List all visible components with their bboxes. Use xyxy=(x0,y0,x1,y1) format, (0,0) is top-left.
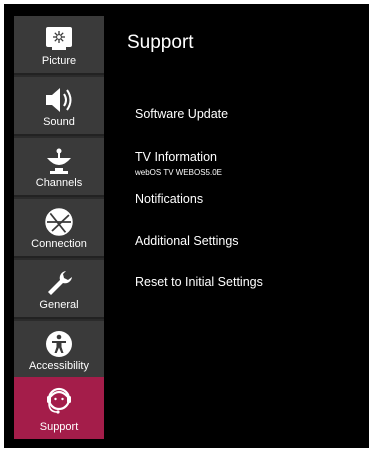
sidebar-item-label: Accessibility xyxy=(29,360,89,372)
sidebar-item-accessibility[interactable]: Accessibility xyxy=(14,321,104,380)
sidebar-item-general[interactable]: General xyxy=(14,260,104,319)
sidebar-item-label: Support xyxy=(39,421,79,433)
tv-information-version: webOS TV WEBOS5.0E xyxy=(135,168,222,177)
picture-icon xyxy=(42,24,76,54)
menu-item-additional-settings[interactable]: Additional Settings xyxy=(135,234,239,248)
sidebar-item-label: Connection xyxy=(31,238,87,250)
sidebar-item-sound[interactable]: Sound xyxy=(14,77,104,136)
sidebar-item-label: Sound xyxy=(43,116,75,128)
sidebar-item-support[interactable]: Support xyxy=(14,377,104,439)
menu-item-notifications[interactable]: Notifications xyxy=(135,192,203,206)
menu-item-tv-information[interactable]: TV Information xyxy=(135,150,217,164)
sidebar-item-connection[interactable]: Connection xyxy=(14,199,104,258)
accessibility-icon xyxy=(42,329,76,359)
menu-item-reset-initial-settings[interactable]: Reset to Initial Settings xyxy=(135,275,263,289)
sidebar-item-channels[interactable]: Channels xyxy=(14,138,104,197)
sidebar-item-label: Picture xyxy=(41,55,77,67)
headset-icon xyxy=(42,385,76,415)
settings-sidebar: Picture Sound Channels Connection Genera… xyxy=(14,16,104,439)
globe-icon xyxy=(42,207,76,237)
sidebar-item-label: General xyxy=(39,299,79,311)
tv-settings-screen: Picture Sound Channels Connection Genera… xyxy=(0,0,374,453)
sidebar-item-label: Channels xyxy=(35,177,83,189)
sidebar-item-picture[interactable]: Picture xyxy=(14,16,104,75)
page-title: Support xyxy=(127,32,194,53)
speaker-icon xyxy=(42,85,76,115)
satellite-icon xyxy=(42,146,76,176)
menu-item-software-update[interactable]: Software Update xyxy=(135,107,228,121)
wrench-icon xyxy=(42,268,76,298)
